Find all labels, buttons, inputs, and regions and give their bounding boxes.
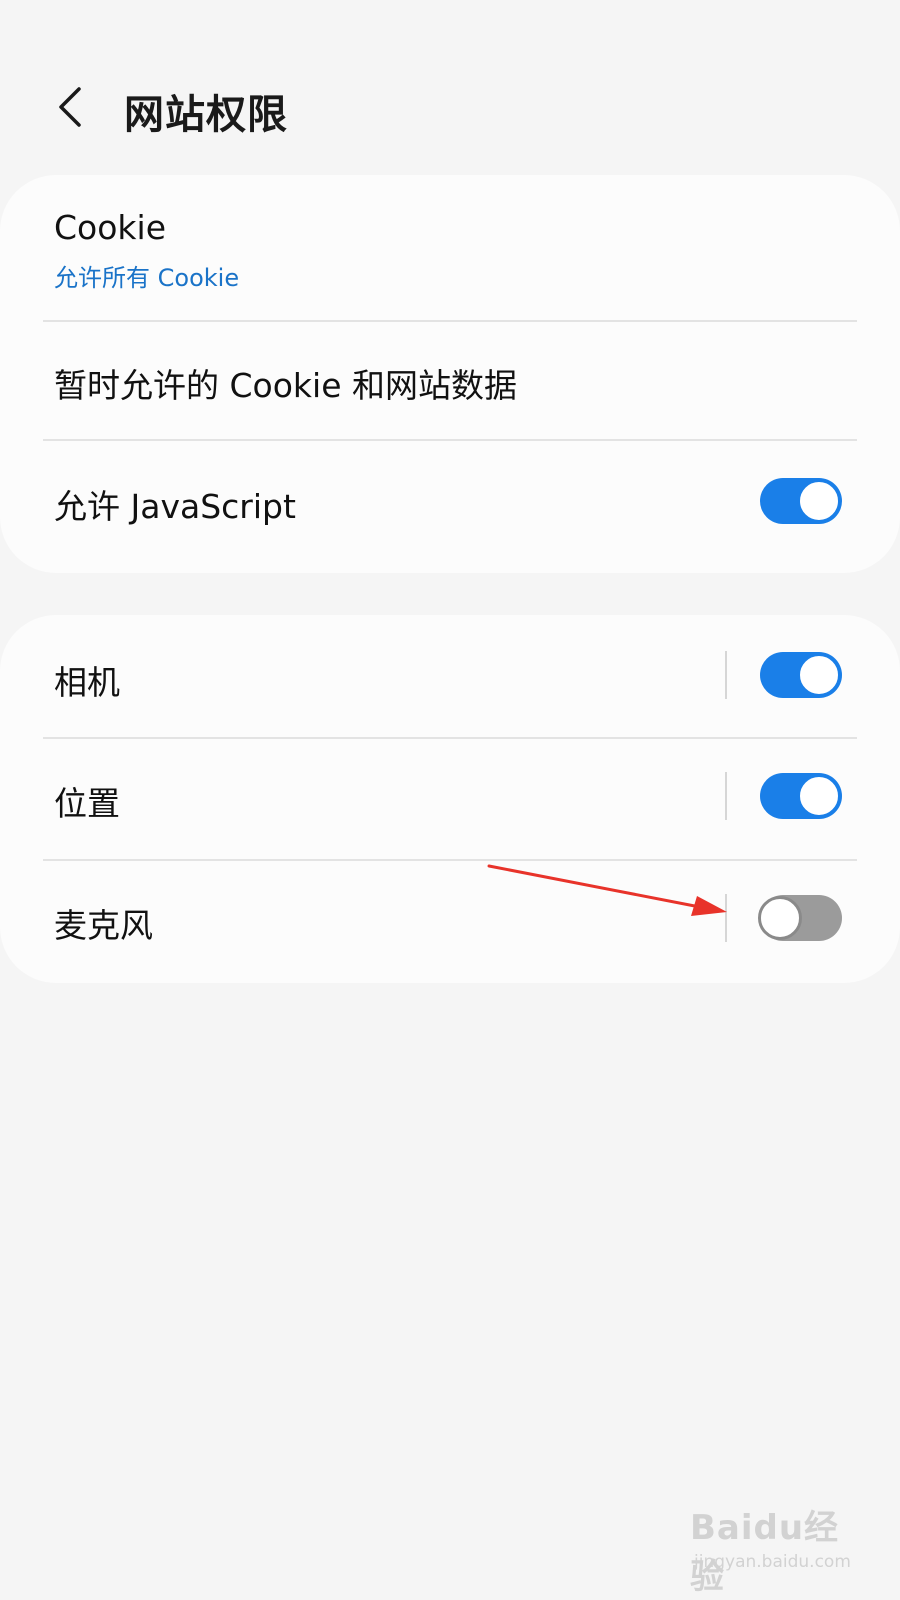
microphone-toggle[interactable] bbox=[758, 895, 842, 941]
camera-row[interactable]: 相机 bbox=[0, 615, 900, 735]
cookie-value: 允许所有 Cookie bbox=[54, 264, 240, 292]
camera-label: 相机 bbox=[54, 663, 120, 702]
javascript-label: 允许 JavaScript bbox=[54, 487, 296, 526]
javascript-row[interactable]: 允许 JavaScript bbox=[0, 441, 900, 563]
page: 网站权限 Cookie 允许所有 Cookie 暂时允许的 Cookie 和网站… bbox=[0, 0, 900, 1600]
camera-toggle[interactable] bbox=[760, 652, 842, 698]
microphone-row[interactable]: 麦克风 bbox=[0, 861, 900, 983]
header: 网站权限 bbox=[0, 62, 900, 152]
temp-cookies-row[interactable]: 暂时允许的 Cookie 和网站数据 bbox=[0, 322, 900, 439]
chevron-left-icon bbox=[59, 87, 81, 127]
toggle-knob bbox=[797, 479, 841, 523]
baidu-watermark: Baidu经验 jingyan.baidu.com bbox=[690, 1500, 860, 1597]
watermark-url: jingyan.baidu.com bbox=[694, 1552, 851, 1572]
toggle-knob bbox=[797, 774, 841, 818]
vertical-separator bbox=[725, 772, 727, 820]
cookie-setting-row[interactable]: Cookie 允许所有 Cookie bbox=[0, 175, 900, 320]
location-toggle[interactable] bbox=[760, 773, 842, 819]
back-button[interactable] bbox=[46, 80, 94, 134]
settings-card-permissions: 相机 位置 麦克风 bbox=[0, 615, 900, 983]
vertical-separator bbox=[725, 651, 727, 699]
cookie-label: Cookie bbox=[54, 208, 167, 247]
annotation-arrow-icon bbox=[487, 864, 727, 916]
toggle-knob bbox=[758, 896, 802, 940]
toggle-knob bbox=[797, 653, 841, 697]
settings-card-general: Cookie 允许所有 Cookie 暂时允许的 Cookie 和网站数据 允许… bbox=[0, 175, 900, 573]
temp-cookies-label: 暂时允许的 Cookie 和网站数据 bbox=[54, 366, 517, 405]
location-row[interactable]: 位置 bbox=[0, 739, 900, 859]
watermark-logo: Baidu经验 bbox=[690, 1508, 840, 1597]
javascript-toggle[interactable] bbox=[760, 478, 842, 524]
location-label: 位置 bbox=[54, 784, 120, 823]
microphone-label: 麦克风 bbox=[54, 906, 153, 945]
page-title: 网站权限 bbox=[124, 92, 288, 138]
